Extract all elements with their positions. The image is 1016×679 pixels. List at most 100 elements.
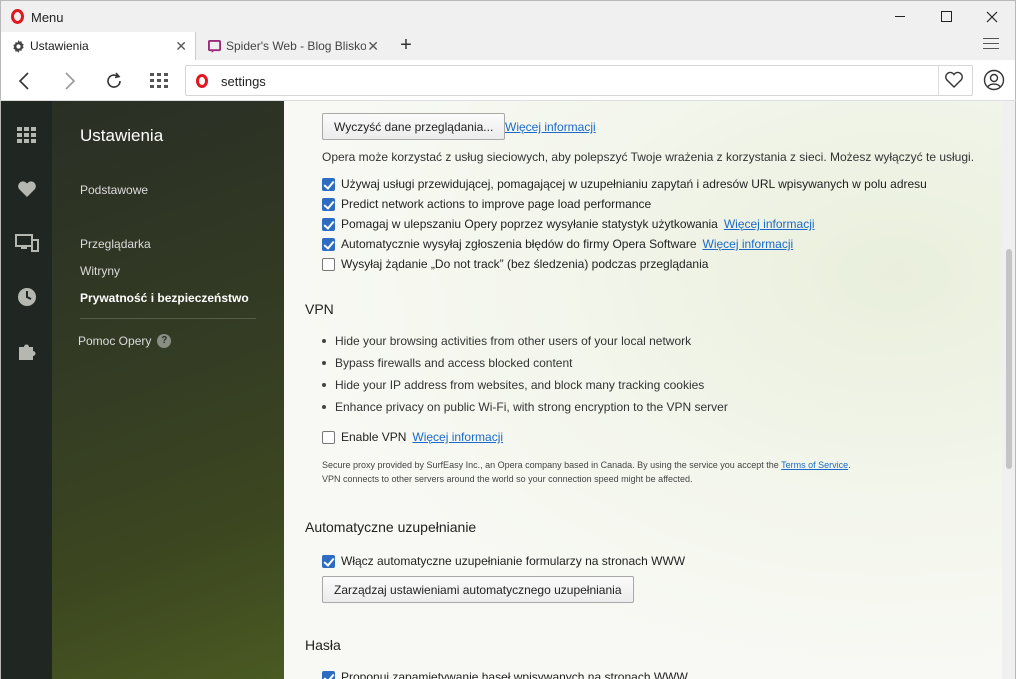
option-label: Proponuj zapamiętywanie haseł wpisywanyc…	[341, 670, 688, 679]
bullet-text: Hide your browsing activities from other…	[335, 334, 692, 348]
sidebar-item-privacy[interactable]: Prywatność i bezpieczeństwo	[80, 291, 249, 305]
option-crash-reports[interactable]: Automatycznie wysyłaj zgłoszenia błędów …	[322, 237, 793, 251]
list-item: Hide your IP address from websites, and …	[322, 378, 704, 392]
more-info-link[interactable]: Więcej informacji	[505, 120, 596, 134]
option-label: Automatycznie wysyłaj zgłoszenia błędów …	[341, 237, 697, 251]
clear-browsing-data-button[interactable]: Wyczyść dane przeglądania...	[322, 113, 506, 140]
checkbox[interactable]	[322, 257, 335, 271]
opera-logo-icon	[196, 74, 208, 88]
tab-menu-icon[interactable]	[983, 38, 999, 52]
divider	[80, 318, 256, 319]
vpn-heading: VPN	[305, 301, 334, 317]
tab-bar: Ustawienia ✕ Spider's Web - Blog Blisko …	[0, 32, 1016, 60]
bookmark-button[interactable]	[944, 71, 966, 91]
reload-icon	[107, 72, 121, 88]
option-offer-save-passwords[interactable]: Proponuj zapamiętywanie haseł wpisywanyc…	[322, 670, 688, 679]
grid-icon	[17, 127, 36, 143]
option-usage-stats[interactable]: Pomagaj w ulepszaniu Opery poprzez wysył…	[322, 217, 815, 231]
bookmarks-sidebar-button[interactable]	[15, 177, 39, 201]
checkbox[interactable]	[322, 554, 335, 568]
menu-button[interactable]: Menu	[31, 10, 64, 25]
speed-dial-button[interactable]	[146, 68, 172, 94]
option-enable-vpn[interactable]: Enable VPN Więcej informacji	[322, 430, 503, 444]
vpn-note-text: Secure proxy provided by SurfEasy Inc., …	[322, 460, 779, 470]
tab-spiders-web[interactable]: Spider's Web - Blog Blisko ✕	[197, 32, 387, 60]
vpn-note: Secure proxy provided by SurfEasy Inc., …	[322, 460, 851, 470]
profile-button[interactable]	[983, 69, 1005, 91]
settings-title: Ustawienia	[80, 126, 164, 145]
vpn-note-end: .	[848, 460, 851, 470]
arrow-left-icon	[18, 72, 29, 90]
arrow-right-icon	[65, 72, 76, 90]
option-label: Enable VPN	[341, 430, 407, 444]
close-icon	[986, 11, 998, 22]
option-label: Predict network actions to improve page …	[341, 197, 652, 211]
terms-of-service-link[interactable]: Terms of Service	[781, 460, 848, 470]
spider-web-favicon-icon	[207, 39, 221, 53]
list-item: Enhance privacy on public Wi-Fi, with st…	[322, 400, 728, 414]
checkbox[interactable]	[322, 670, 335, 679]
tab-label: Spider's Web - Blog Blisko	[226, 39, 366, 53]
heart-icon	[945, 71, 963, 88]
grid-icon	[150, 73, 168, 88]
speed-dial-sidebar-button[interactable]	[15, 123, 39, 147]
help-label: Pomoc Opery	[78, 334, 152, 348]
checkbox[interactable]	[322, 217, 335, 231]
sidebar-item-websites[interactable]: Witryny	[80, 264, 120, 278]
close-window-button[interactable]	[969, 1, 1015, 32]
sidebar-item-help[interactable]: Pomoc Opery ?	[78, 334, 172, 348]
tab-settings[interactable]: Ustawienia ✕	[1, 32, 196, 60]
puzzle-icon	[19, 344, 36, 360]
close-tab-icon[interactable]: ✕	[175, 38, 187, 55]
minimize-icon	[895, 16, 905, 17]
option-do-not-track[interactable]: Wysyłaj żądanie „Do not track” (bez śled…	[322, 257, 708, 271]
more-info-link[interactable]: Więcej informacji	[724, 217, 815, 231]
autofill-heading: Automatyczne uzupełnianie	[305, 519, 477, 535]
navigation-bar: settings	[0, 60, 1016, 101]
settings-navigation: Ustawienia Podstawowe Przeglądarka Witry…	[52, 101, 284, 679]
help-icon: ?	[157, 334, 172, 348]
scrollbar[interactable]	[1002, 101, 1016, 679]
checkbox[interactable]	[322, 177, 335, 191]
tab-label: Ustawienia	[30, 39, 89, 53]
extensions-sidebar-button[interactable]	[15, 339, 39, 363]
checkbox[interactable]	[322, 197, 335, 211]
bullet-text: Hide your IP address from websites, and …	[335, 378, 705, 392]
sidebar-item-browser[interactable]: Przeglądarka	[80, 237, 151, 251]
bullet-text: Enhance privacy on public Wi-Fi, with st…	[335, 400, 728, 414]
sidebar-item-basic[interactable]: Podstawowe	[80, 183, 148, 197]
address-field[interactable]: settings	[185, 65, 973, 96]
reload-button[interactable]	[101, 68, 127, 94]
option-label: Włącz automatyczne uzupełnianie formular…	[341, 554, 686, 568]
new-tab-button[interactable]: +	[395, 34, 417, 56]
option-enable-autofill[interactable]: Włącz automatyczne uzupełnianie formular…	[322, 554, 685, 568]
manage-autofill-button[interactable]: Zarządzaj ustawieniami automatycznego uz…	[322, 576, 634, 603]
history-sidebar-button[interactable]	[15, 285, 39, 309]
devices-icon	[15, 234, 39, 252]
more-info-link[interactable]: Więcej informacji	[412, 430, 503, 444]
sidebar-icon-bar	[0, 101, 52, 679]
services-note: Opera może korzystać z usług sieciowych,…	[322, 150, 975, 164]
maximize-icon	[940, 11, 952, 22]
url-text[interactable]: settings	[221, 74, 266, 89]
bullet-text: Bypass firewalls and access blocked cont…	[335, 356, 573, 370]
checkbox[interactable]	[322, 237, 335, 251]
devices-sidebar-button[interactable]	[15, 231, 39, 255]
vpn-speed-note: VPN connects to other servers around the…	[322, 474, 693, 484]
forward-button[interactable]	[57, 68, 83, 94]
option-label: Używaj usługi przewidującej, pomagającej…	[341, 177, 927, 191]
gear-icon	[11, 39, 25, 53]
option-predict-network[interactable]: Predict network actions to improve page …	[322, 197, 651, 211]
scrollbar-thumb[interactable]	[1006, 249, 1012, 469]
back-button[interactable]	[11, 68, 37, 94]
passwords-heading: Hasła	[305, 637, 341, 653]
maximize-button[interactable]	[923, 1, 969, 32]
checkbox[interactable]	[322, 430, 335, 444]
minimize-button[interactable]	[877, 1, 923, 32]
close-tab-icon[interactable]: ✕	[367, 38, 379, 55]
option-predictive-service[interactable]: Używaj usługi przewidującej, pomagającej…	[322, 177, 927, 191]
divider	[938, 66, 939, 95]
opera-logo-icon[interactable]	[11, 9, 24, 24]
more-info-link[interactable]: Więcej informacji	[703, 237, 794, 251]
option-label: Wysyłaj żądanie „Do not track” (bez śled…	[341, 257, 709, 271]
